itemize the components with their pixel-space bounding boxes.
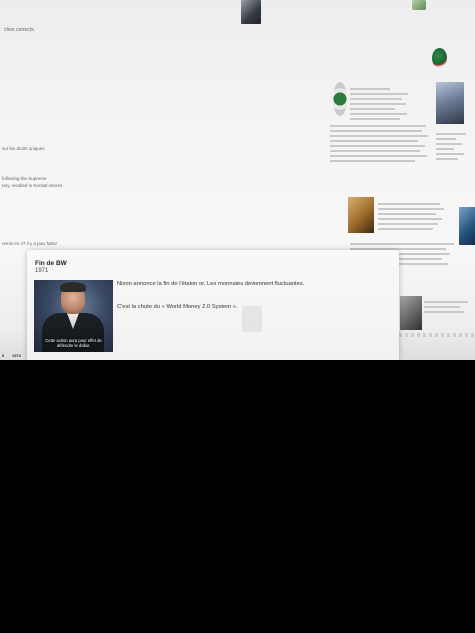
screen: ches corrects. sur les droits uniques fo… xyxy=(0,0,475,633)
video-caption: Cette action aura pour effet de défendre… xyxy=(45,338,102,348)
speaker-hair xyxy=(60,282,86,292)
video-thumbnail[interactable]: Cette action aura pour effet de défendre… xyxy=(34,280,113,352)
popup-paragraph-1: Nixon annonce la fin de l'étalon or. Les… xyxy=(117,281,305,287)
faded-image xyxy=(242,306,262,332)
article-column-3 xyxy=(378,200,448,233)
article-column-5 xyxy=(424,298,472,316)
seal-icon[interactable] xyxy=(333,82,347,116)
article-column-2 xyxy=(330,122,430,165)
portrait-thumbnail[interactable] xyxy=(241,0,261,24)
map-thumbnail[interactable] xyxy=(412,0,426,10)
left-snippet-3: following the Supreme tary, recalled in … xyxy=(2,176,63,188)
left-snippet-4: remis en 47 il y a jaux faliez xyxy=(2,241,58,246)
round-emblem-icon[interactable] xyxy=(432,48,447,68)
timeline-ticks xyxy=(399,333,475,337)
popup-title: Fin de BW xyxy=(35,260,67,267)
article-column-1 xyxy=(350,85,410,123)
building-photo[interactable] xyxy=(436,82,464,124)
timeline-year-start[interactable]: 0 xyxy=(2,353,4,358)
popup-year: 1971 xyxy=(35,268,49,274)
gold-photo[interactable] xyxy=(348,197,374,233)
gray-photo[interactable] xyxy=(400,296,422,330)
popup-paragraph-2: C'est la chute du « World Money 2.0 Syst… xyxy=(117,304,238,310)
left-snippet-2: sur les droits uniques xyxy=(2,146,45,151)
left-snippet-1: ches corrects. xyxy=(4,27,36,33)
timeline-popup-card[interactable]: Fin de BW 1971 Cette action aura pour ef… xyxy=(27,250,399,360)
timeline-year-1973[interactable]: 1973 xyxy=(12,353,21,358)
sidebar-column xyxy=(436,130,472,163)
blue-photo[interactable] xyxy=(459,207,475,245)
